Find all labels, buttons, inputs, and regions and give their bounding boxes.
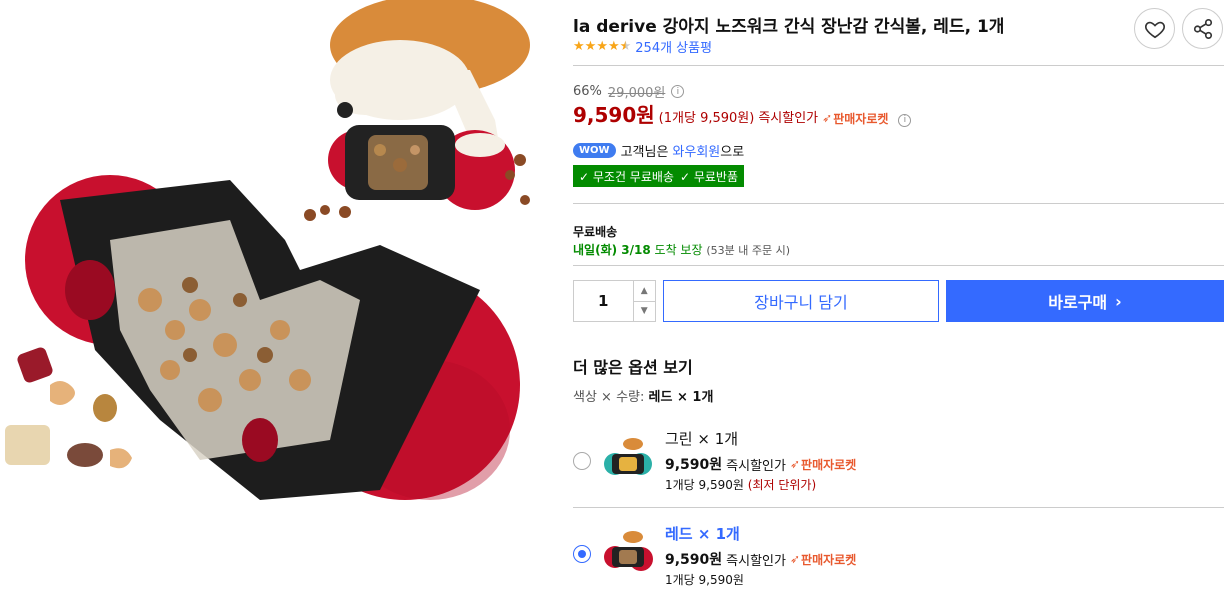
wow-member-link[interactable]: 와우회원 — [672, 141, 720, 160]
divider — [573, 507, 1224, 508]
option-unit-price: 1개당 9,590원 — [665, 571, 744, 588]
wow-badge: WOW — [573, 143, 616, 158]
selected-option-summary: 색상 × 수량: 레드 × 1개 — [573, 386, 713, 405]
seller-rocket-badge: ➶ 판매자로켓 — [790, 456, 856, 473]
star-rating: ★ ★ ★ ★ ★ — [573, 40, 631, 53]
option-price-row: 9,590원 즉시할인가 ➶ 판매자로켓 — [665, 549, 856, 569]
free-benefit-badges: ✓ 무조건 무료배송 ✓ 무료반품 — [573, 165, 744, 187]
rocket-icon: ➶ — [789, 457, 801, 471]
option-thumbnail-red — [604, 531, 653, 571]
quantity-decrease-button[interactable]: ▼ — [633, 300, 655, 322]
free-shipping-badge: ✓ 무조건 무료배송 — [579, 169, 674, 184]
instant-discount-label: 즉시할인가 — [758, 111, 819, 126]
price-row: 9,590원 (1개당 9,590원) 즉시할인가 ➶ 판매자로켓 i — [573, 99, 912, 128]
product-image[interactable] — [0, 0, 555, 612]
option-unit-text: 1개당 9,590원 — [665, 478, 744, 492]
shipping-label: 무료배송 — [573, 225, 618, 239]
summary-value: 레드 × 1개 — [648, 390, 714, 405]
quantity-step-buttons: ▲ ▼ — [632, 281, 655, 322]
option-item-red[interactable]: 레드 × 1개 9,590원 즉시할인가 ➶ 판매자로켓 1개당 9,590원 — [573, 513, 1224, 608]
rocket-icon: ➶ — [789, 552, 801, 566]
summary-prefix: 색상 × 수량: — [573, 390, 645, 405]
info-icon[interactable]: i — [898, 113, 912, 127]
more-options-heading: 더 많은 옵션 보기 — [573, 358, 693, 377]
chevron-down-icon: ▼ — [640, 306, 648, 317]
option-item-green[interactable]: 그린 × 1개 9,590원 즉시할인가 ➶ 판매자로켓 1개당 9,590원 … — [573, 418, 1224, 513]
discount-rate: 66% — [573, 84, 602, 99]
seller-rocket-badge: ➶ 판매자로켓 — [822, 110, 888, 127]
chevron-right-icon: › — [1115, 291, 1122, 311]
product-title: la derive 강아지 노즈워크 간식 장난감 간식볼, 레드, 1개 — [573, 17, 1005, 37]
star-icon: ★ — [596, 39, 608, 54]
delivery-eta: 내일(화) 3/18 도착 보장 (53분 내 주문 시) — [573, 241, 790, 258]
option-name: 레드 × 1개 — [665, 525, 740, 543]
share-button[interactable] — [1182, 8, 1223, 49]
quantity-increase-button[interactable]: ▲ — [634, 281, 655, 301]
eta-note: (53분 내 주문 시) — [706, 244, 791, 257]
wishlist-button[interactable] — [1134, 8, 1175, 49]
radio-icon[interactable] — [573, 452, 591, 470]
sale-price: 9,590원 — [573, 103, 655, 127]
option-instant-label: 즉시할인가 — [726, 458, 786, 474]
option-unit-price: 1개당 9,590원 (최저 단위가) — [665, 476, 816, 493]
option-price-row: 9,590원 즉시할인가 ➶ 판매자로켓 — [665, 454, 856, 474]
seller-rocket-badge: ➶ 판매자로켓 — [790, 551, 856, 568]
lowest-unit-badge: (최저 단위가) — [747, 478, 817, 492]
divider — [573, 203, 1224, 204]
wow-text-suffix: 으로 — [720, 145, 745, 160]
option-instant-label: 즉시할인가 — [726, 553, 786, 569]
rocket-icon: ➶ — [822, 111, 833, 125]
seller-rocket-label: 판매자로켓 — [833, 111, 889, 126]
buy-now-button[interactable]: 바로구매 › — [946, 280, 1224, 322]
star-half-icon: ★ — [619, 39, 632, 54]
chevron-up-icon: ▲ — [640, 285, 648, 296]
wow-row: WOW 고객님은 와우회원 으로 — [573, 141, 744, 160]
option-price: 9,590원 — [665, 552, 723, 568]
option-name: 그린 × 1개 — [665, 430, 739, 448]
share-icon — [1193, 18, 1212, 39]
review-count-link[interactable]: 254개 상품평 — [635, 37, 712, 56]
eta-guarantee: 도착 보장 — [654, 243, 703, 257]
radio-icon[interactable] — [573, 545, 591, 563]
small-toy — [328, 125, 515, 210]
option-price: 9,590원 — [665, 457, 723, 473]
unit-price: (1개당 9,590원) — [658, 111, 755, 126]
product-info-panel: la derive 강아지 노즈워크 간식 장난감 간식볼, 레드, 1개 ★ … — [573, 0, 1224, 612]
star-icon: ★ — [607, 39, 620, 54]
free-return-badge: ✓ 무료반품 — [679, 169, 738, 184]
divider — [573, 65, 1224, 66]
option-thumbnail-green — [604, 438, 652, 475]
quantity-input[interactable]: 1 — [574, 281, 633, 321]
quantity-stepper[interactable]: 1 ▲ ▼ — [573, 280, 656, 322]
rating-row[interactable]: ★ ★ ★ ★ ★ 254개 상품평 — [573, 37, 712, 56]
option-unit-text: 1개당 9,590원 — [665, 573, 744, 587]
heart-icon — [1144, 21, 1165, 38]
buy-now-label: 바로구매 — [1048, 293, 1108, 312]
star-icon: ★ — [573, 39, 585, 54]
eta-date: 내일(화) 3/18 — [573, 243, 651, 257]
wow-text: 고객님은 — [620, 145, 669, 160]
seller-rocket-label: 판매자로켓 — [801, 552, 857, 567]
divider — [573, 265, 1224, 266]
add-to-cart-button[interactable]: 장바구니 담기 — [663, 280, 939, 322]
info-icon[interactable]: i — [671, 85, 685, 98]
product-illustration — [5, 0, 530, 500]
star-icon: ★ — [584, 39, 597, 54]
seller-rocket-label: 판매자로켓 — [801, 457, 857, 472]
